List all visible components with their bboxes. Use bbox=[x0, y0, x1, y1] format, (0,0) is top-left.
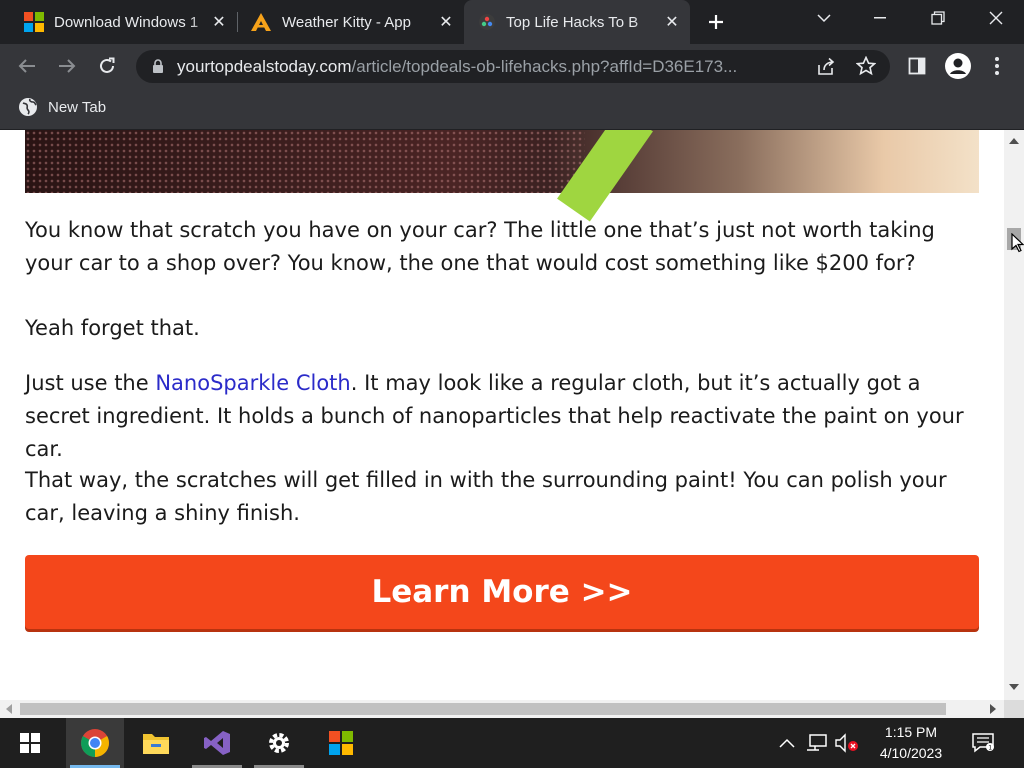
taskbar-chrome[interactable] bbox=[66, 718, 124, 768]
chevron-down-icon bbox=[817, 14, 831, 23]
tab-weather-kitty[interactable]: Weather Kitty - App ✕ bbox=[238, 0, 464, 44]
article-paragraph-3: Just use the NanoSparkle Cloth. It may l… bbox=[25, 367, 985, 466]
file-explorer-icon bbox=[143, 734, 169, 754]
scroll-left-arrow-icon[interactable] bbox=[6, 704, 12, 714]
plus-icon bbox=[709, 15, 723, 29]
scroll-down-arrow-icon[interactable] bbox=[1009, 684, 1019, 690]
bookmark-new-tab[interactable]: New Tab bbox=[18, 97, 106, 117]
tab-title: Download Windows 1 bbox=[54, 13, 199, 31]
globe-icon bbox=[19, 98, 37, 116]
bookmark-label: New Tab bbox=[48, 98, 107, 116]
kebab-menu-icon bbox=[995, 57, 999, 75]
chrome-icon bbox=[81, 729, 109, 757]
new-tab-button[interactable] bbox=[704, 10, 728, 34]
taskbar-microsoft-store[interactable] bbox=[312, 718, 370, 768]
lock-icon bbox=[152, 59, 164, 79]
url-path: /article/topdeals-ob-lifehacks.php?affId… bbox=[351, 57, 738, 76]
profile-button[interactable] bbox=[944, 52, 972, 80]
microsoft-store-icon bbox=[329, 731, 353, 755]
share-icon[interactable] bbox=[816, 57, 836, 82]
volume-muted-icon[interactable] bbox=[834, 732, 860, 754]
close-window-button[interactable] bbox=[968, 0, 1024, 36]
forward-arrow-icon bbox=[59, 59, 76, 73]
network-icon[interactable] bbox=[806, 732, 828, 754]
back-arrow-icon bbox=[18, 59, 35, 73]
notifications-icon[interactable]: 1 bbox=[972, 732, 994, 754]
clock-time: 1:15 PM bbox=[884, 724, 938, 740]
bookmarks-bar: New Tab bbox=[0, 88, 1024, 130]
settings-gear-icon bbox=[269, 733, 289, 753]
tab-top-life-hacks[interactable]: Top Life Hacks To B ✕ bbox=[464, 0, 690, 44]
vertical-scrollbar[interactable] bbox=[1004, 130, 1024, 700]
hero-texture bbox=[25, 130, 585, 193]
back-button[interactable] bbox=[13, 52, 41, 80]
taskbar: 1:15 PM 4/10/2023 1 bbox=[0, 718, 1024, 768]
url-text: yourtopdealstoday.com/article/topdeals-o… bbox=[177, 57, 797, 77]
microsoft-logo-icon bbox=[24, 12, 44, 32]
page-viewport: You know that scratch you have on your c… bbox=[0, 130, 1004, 700]
browser-toolbar: yourtopdealstoday.com/article/topdeals-o… bbox=[0, 44, 1024, 88]
address-bar[interactable]: yourtopdealstoday.com/article/topdeals-o… bbox=[136, 50, 890, 83]
learn-more-button[interactable]: Learn More >> bbox=[25, 555, 979, 629]
tab-strip: Download Windows 1 ✕ Weather Kitty - App… bbox=[0, 0, 1024, 44]
restore-icon bbox=[931, 11, 945, 25]
restore-button[interactable] bbox=[910, 0, 966, 36]
close-tab-icon[interactable]: ✕ bbox=[662, 12, 682, 32]
taskbar-settings[interactable] bbox=[250, 718, 308, 768]
bookmark-star-icon[interactable] bbox=[855, 55, 877, 81]
menu-button[interactable] bbox=[983, 52, 1011, 80]
close-icon bbox=[989, 11, 1003, 25]
text-span: Just use the bbox=[25, 371, 156, 395]
clock-date: 4/10/2023 bbox=[879, 745, 943, 761]
close-tab-icon[interactable]: ✕ bbox=[436, 12, 456, 32]
nanosparkle-cloth-link[interactable]: NanoSparkle Cloth bbox=[155, 371, 350, 395]
taskbar-visual-studio[interactable] bbox=[188, 718, 246, 768]
windows-start-icon bbox=[20, 733, 40, 753]
close-tab-icon[interactable]: ✕ bbox=[209, 12, 229, 32]
reload-button[interactable] bbox=[93, 52, 121, 80]
article-paragraph-2: Yeah forget that. bbox=[25, 316, 200, 340]
side-panel-button[interactable] bbox=[903, 52, 931, 80]
tray-overflow-icon[interactable] bbox=[776, 732, 798, 754]
mouse-cursor-icon bbox=[1011, 232, 1024, 258]
reload-icon bbox=[100, 57, 115, 73]
avatar-icon bbox=[945, 53, 971, 79]
start-button[interactable] bbox=[0, 718, 60, 768]
scroll-up-arrow-icon[interactable] bbox=[1009, 138, 1019, 144]
tab-title: Top Life Hacks To B bbox=[506, 13, 639, 31]
site-favicon-icon bbox=[478, 13, 496, 31]
article-paragraph-1: You know that scratch you have on your c… bbox=[25, 218, 935, 275]
tab-title: Weather Kitty - App bbox=[282, 13, 411, 31]
minimize-icon bbox=[874, 17, 886, 19]
taskbar-file-explorer[interactable] bbox=[127, 718, 185, 768]
scrollbar-corner bbox=[1004, 700, 1024, 718]
forward-button[interactable] bbox=[53, 52, 81, 80]
article-paragraph-4: That way, the scratches will get filled … bbox=[25, 468, 947, 525]
tab-search-button[interactable] bbox=[796, 0, 852, 36]
weather-kitty-a-icon bbox=[250, 12, 272, 32]
horizontal-scroll-thumb[interactable] bbox=[20, 703, 946, 715]
side-panel-icon bbox=[908, 57, 926, 75]
minimize-button[interactable] bbox=[852, 0, 908, 36]
svg-text:1: 1 bbox=[988, 745, 992, 752]
tab-download-windows[interactable]: Download Windows 1 ✕ bbox=[0, 0, 237, 44]
taskbar-clock[interactable]: 1:15 PM 4/10/2023 bbox=[866, 722, 956, 764]
hero-image bbox=[25, 130, 979, 222]
url-host: yourtopdealstoday.com bbox=[177, 57, 352, 76]
scroll-right-arrow-icon[interactable] bbox=[990, 704, 996, 714]
horizontal-scrollbar[interactable] bbox=[0, 700, 1004, 718]
visual-studio-icon bbox=[204, 731, 230, 755]
